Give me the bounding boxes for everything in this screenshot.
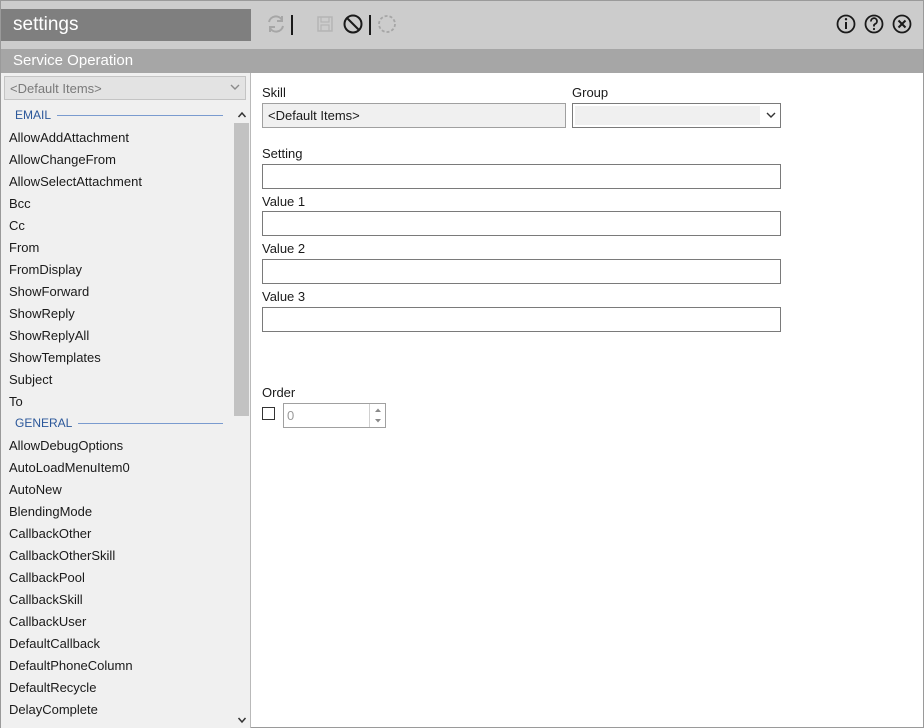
group-divider	[69, 423, 223, 424]
list-item[interactable]: To	[1, 391, 233, 413]
list-item[interactable]: DelayComplete	[1, 699, 233, 721]
list-item[interactable]: AllowDebugOptions	[1, 435, 233, 457]
chevron-down-icon	[229, 81, 241, 96]
help-icon[interactable]	[862, 12, 886, 36]
cancel-icon[interactable]	[341, 12, 365, 36]
window-title: settings	[13, 14, 79, 35]
order-stepper[interactable]: 0	[283, 403, 386, 428]
group-label: Group	[572, 85, 609, 100]
list-item[interactable]: DefaultPhoneColumn	[1, 655, 233, 677]
refresh-icon[interactable]	[264, 12, 288, 36]
list-item[interactable]: AllowSelectAttachment	[1, 171, 233, 193]
group-select[interactable]	[572, 103, 781, 128]
list-item[interactable]: AutoLoadMenuItem0	[1, 457, 233, 479]
list-item[interactable]: ShowTemplates	[1, 347, 233, 369]
close-icon[interactable]	[890, 12, 914, 36]
setting-input[interactable]	[262, 164, 781, 189]
toolbar-separator	[291, 15, 293, 35]
skill-field: <Default Items>	[262, 103, 566, 128]
stepper-down-icon[interactable]	[370, 415, 385, 426]
scroll-down-icon[interactable]	[233, 711, 250, 728]
value1-label: Value 1	[262, 194, 306, 209]
value2-input[interactable]	[262, 259, 781, 284]
order-label: Order	[262, 385, 296, 400]
order-checkbox[interactable]	[262, 407, 275, 420]
value2-label: Value 2	[262, 241, 306, 256]
settings-list-panel: <Default Items> EMAIL AllowAddAttachment A…	[1, 73, 251, 728]
list-scrollbar[interactable]	[233, 106, 250, 728]
list-item[interactable]: DefaultCallback	[1, 633, 233, 655]
settings-window: settings Service Operation <Default Item…	[0, 0, 924, 728]
value3-input[interactable]	[262, 307, 781, 332]
list-item[interactable]: CallbackSkill	[1, 589, 233, 611]
chevron-down-icon	[765, 109, 777, 124]
scroll-up-icon[interactable]	[233, 106, 250, 123]
list-item[interactable]: FromDisplay	[1, 259, 233, 281]
stepper-up-icon[interactable]	[370, 404, 385, 415]
group-header-label: EMAIL	[15, 108, 58, 122]
list-item[interactable]: CallbackUser	[1, 611, 233, 633]
save-icon[interactable]	[313, 12, 337, 36]
list-item[interactable]: AutoNew	[1, 479, 233, 501]
value3-label: Value 3	[262, 289, 306, 304]
info-icon[interactable]	[834, 12, 858, 36]
list-item[interactable]: ShowReply	[1, 303, 233, 325]
section-title: Service Operation	[13, 52, 134, 69]
list-item[interactable]: ShowForward	[1, 281, 233, 303]
scrollbar-thumb[interactable]	[234, 123, 249, 416]
toolbar-separator	[369, 15, 371, 35]
list-item[interactable]: CallbackPool	[1, 567, 233, 589]
setting-label: Setting	[262, 146, 303, 161]
title-block: settings	[1, 9, 251, 41]
title-bar: settings	[1, 1, 923, 49]
list-item[interactable]: Bcc	[1, 193, 233, 215]
loading-icon	[375, 12, 399, 36]
group-header: GENERAL	[1, 413, 233, 435]
list-item[interactable]: CallbackOtherSkill	[1, 545, 233, 567]
list-item[interactable]: CallbackOther	[1, 523, 233, 545]
group-divider	[53, 115, 223, 116]
group-header: EMAIL	[1, 105, 233, 127]
settings-list[interactable]: EMAIL AllowAddAttachment AllowChangeFrom Al…	[1, 105, 233, 728]
list-item[interactable]: BlendingMode	[1, 501, 233, 523]
list-item[interactable]: From	[1, 237, 233, 259]
group-select-value	[575, 106, 760, 125]
value1-input[interactable]	[262, 211, 781, 236]
list-item[interactable]: Cc	[1, 215, 233, 237]
list-item[interactable]: AllowChangeFrom	[1, 149, 233, 171]
list-item[interactable]: Subject	[1, 369, 233, 391]
skill-filter-select[interactable]: <Default Items>	[4, 76, 246, 100]
order-value: 0	[287, 408, 295, 423]
section-header: Service Operation	[1, 49, 923, 73]
list-item[interactable]: ShowReplyAll	[1, 325, 233, 347]
list-item[interactable]: DefaultRecycle	[1, 677, 233, 699]
group-header-label: GENERAL	[15, 416, 79, 430]
list-item[interactable]: AllowAddAttachment	[1, 127, 233, 149]
stepper-arrows	[369, 404, 385, 427]
skill-label: Skill	[262, 85, 286, 100]
skill-filter-value: <Default Items>	[10, 81, 102, 96]
